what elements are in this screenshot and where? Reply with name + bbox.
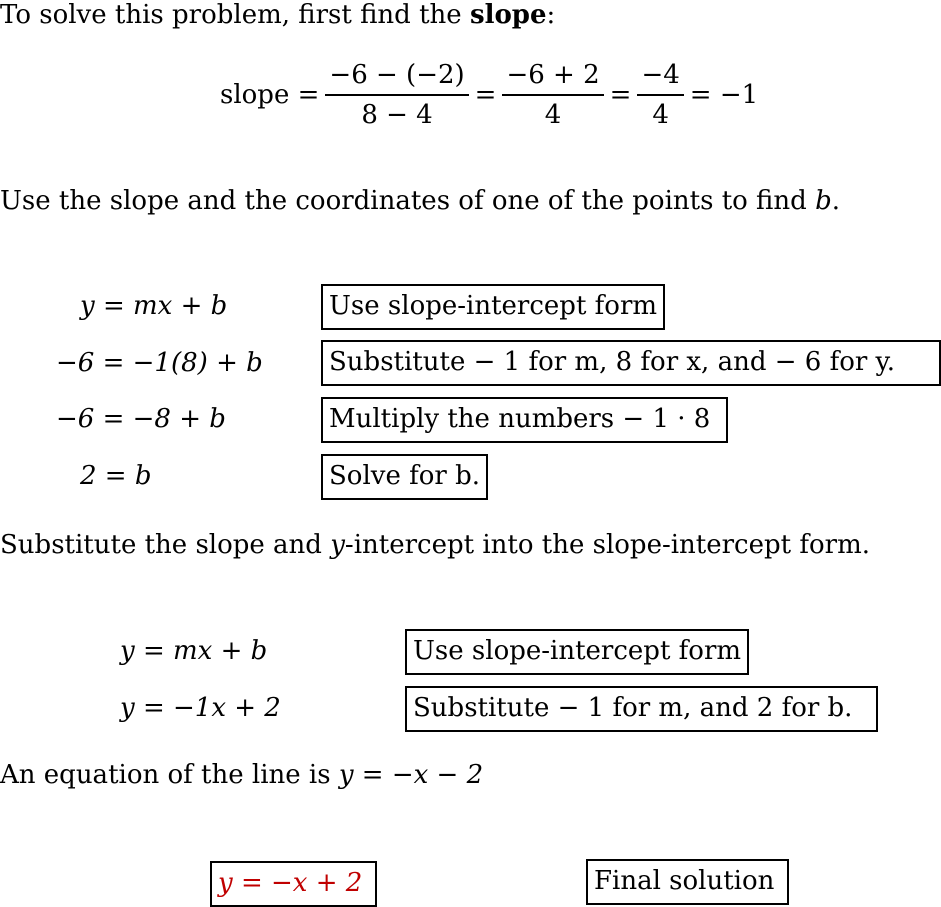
fraction-2: −6 + 2 4 xyxy=(502,58,604,132)
step3-equation: −6 = −8 + b xyxy=(56,404,226,434)
step4-note: Solve for b. xyxy=(321,454,488,500)
equals-sign: = xyxy=(609,80,632,110)
intro-bold-slope: slope xyxy=(469,0,547,30)
equation-text: An equation of the line is y = −x − 2 xyxy=(0,760,483,790)
find-b-before: Use the slope and the coordinates of one… xyxy=(0,186,816,216)
fraction-3: −4 4 xyxy=(637,58,684,132)
fraction-3-numerator: −4 xyxy=(637,58,684,96)
substitute-before: Substitute the slope and xyxy=(0,530,331,560)
step5-note: Use slope-intercept form xyxy=(405,629,749,675)
equals-sign: = xyxy=(474,80,497,110)
step1-equation: y = mx + b xyxy=(80,291,228,321)
find-b-text: Use the slope and the coordinates of one… xyxy=(0,186,840,216)
final-equation: y = −x + 2 xyxy=(210,861,377,907)
intro-text-after: : xyxy=(546,0,556,30)
slope-result: = −1 xyxy=(689,80,759,110)
equation-text-eq: y = −x − 2 xyxy=(338,760,484,790)
find-b-var: b xyxy=(815,186,832,216)
intro-text-before: To solve this problem, first find the xyxy=(0,0,470,30)
final-solution-label: Final solution xyxy=(586,859,789,905)
substitute-after: -intercept into the slope-intercept form… xyxy=(344,530,870,560)
step2-note: Substitute − 1 for m, 8 for x, and − 6 f… xyxy=(321,340,941,386)
step3-note: Multiply the numbers − 1 · 8 xyxy=(321,397,728,443)
fraction-1: −6 − (−2) 8 − 4 xyxy=(325,58,469,132)
fraction-3-denominator: 4 xyxy=(652,100,669,130)
step4-equation: 2 = b xyxy=(80,461,152,491)
step6-note: Substitute − 1 for m, and 2 for b. xyxy=(405,686,878,732)
slope-equation: slope = −6 − (−2) 8 − 4 = −6 + 24 = −4 4 =… xyxy=(220,58,758,132)
substitute-var: y xyxy=(330,530,345,560)
fraction-1-numerator: −6 − (−2) xyxy=(325,58,469,96)
find-b-after: . xyxy=(831,186,840,216)
slope-label: slope = xyxy=(220,80,320,110)
step5-equation: y = mx + b xyxy=(120,636,268,666)
step1-note: Use slope-intercept form xyxy=(321,284,665,330)
substitute-text: Substitute the slope and y-intercept int… xyxy=(0,530,870,560)
equation-text-before: An equation of the line is xyxy=(0,760,339,790)
fraction-2-numerator: −6 + 2 xyxy=(502,58,604,96)
step6-equation: y = −1x + 2 xyxy=(120,693,281,723)
fraction-1-denominator: 8 − 4 xyxy=(361,100,433,130)
intro-text: To solve this problem, first find the sl… xyxy=(0,0,555,30)
fraction-2-denominator: 4 xyxy=(544,100,562,130)
step2-equation: −6 = −1(8) + b xyxy=(56,348,263,378)
